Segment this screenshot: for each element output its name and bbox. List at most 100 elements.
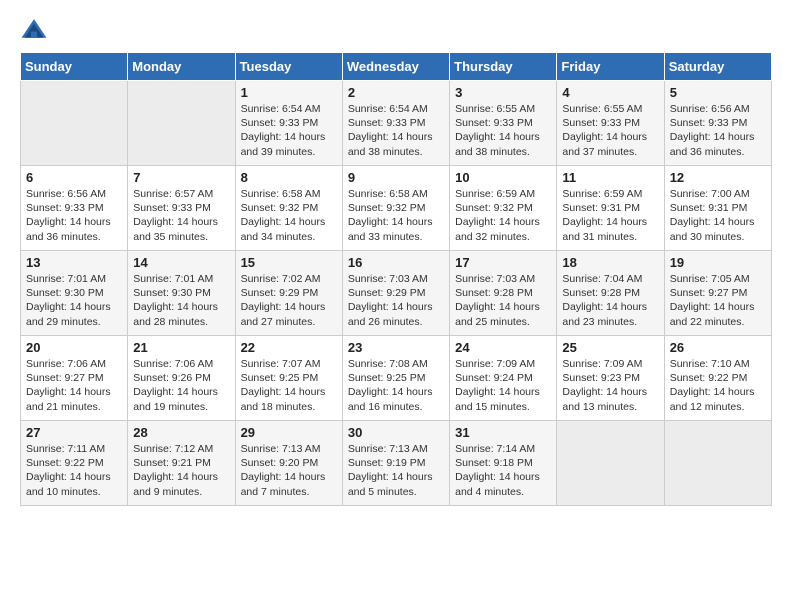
day-number: 5 — [670, 85, 766, 100]
cell-details: Sunrise: 7:08 AMSunset: 9:25 PMDaylight:… — [348, 357, 444, 414]
day-number: 27 — [26, 425, 122, 440]
calendar-cell: 21 Sunrise: 7:06 AMSunset: 9:26 PMDayligh… — [128, 336, 235, 421]
cell-details: Sunrise: 6:54 AMSunset: 9:33 PMDaylight:… — [348, 102, 444, 159]
cell-details: Sunrise: 6:55 AMSunset: 9:33 PMDaylight:… — [455, 102, 551, 159]
cell-details: Sunrise: 7:06 AMSunset: 9:26 PMDaylight:… — [133, 357, 229, 414]
day-number: 14 — [133, 255, 229, 270]
column-header-friday: Friday — [557, 53, 664, 81]
day-number: 25 — [562, 340, 658, 355]
cell-details: Sunrise: 7:02 AMSunset: 9:29 PMDaylight:… — [241, 272, 337, 329]
calendar-cell: 11 Sunrise: 6:59 AMSunset: 9:31 PMDayligh… — [557, 166, 664, 251]
cell-details: Sunrise: 7:05 AMSunset: 9:27 PMDaylight:… — [670, 272, 766, 329]
page-header — [20, 16, 772, 44]
calendar-week-row: 1 Sunrise: 6:54 AMSunset: 9:33 PMDaylight… — [21, 81, 772, 166]
calendar-cell: 1 Sunrise: 6:54 AMSunset: 9:33 PMDaylight… — [235, 81, 342, 166]
column-header-saturday: Saturday — [664, 53, 771, 81]
calendar-week-row: 27 Sunrise: 7:11 AMSunset: 9:22 PMDayligh… — [21, 421, 772, 506]
calendar-cell: 6 Sunrise: 6:56 AMSunset: 9:33 PMDaylight… — [21, 166, 128, 251]
calendar-cell: 3 Sunrise: 6:55 AMSunset: 9:33 PMDaylight… — [450, 81, 557, 166]
day-number: 12 — [670, 170, 766, 185]
day-number: 21 — [133, 340, 229, 355]
day-number: 26 — [670, 340, 766, 355]
cell-details: Sunrise: 6:59 AMSunset: 9:32 PMDaylight:… — [455, 187, 551, 244]
day-number: 18 — [562, 255, 658, 270]
day-number: 16 — [348, 255, 444, 270]
day-number: 13 — [26, 255, 122, 270]
day-number: 7 — [133, 170, 229, 185]
calendar-cell: 26Sunrise: 7:10 AMSunset: 9:22 PMDayligh… — [664, 336, 771, 421]
cell-details: Sunrise: 7:09 AMSunset: 9:24 PMDaylight:… — [455, 357, 551, 414]
day-number: 29 — [241, 425, 337, 440]
day-number: 15 — [241, 255, 337, 270]
calendar-cell — [557, 421, 664, 506]
day-number: 28 — [133, 425, 229, 440]
cell-details: Sunrise: 6:57 AMSunset: 9:33 PMDaylight:… — [133, 187, 229, 244]
calendar-cell: 15 Sunrise: 7:02 AMSunset: 9:29 PMDayligh… — [235, 251, 342, 336]
calendar-cell: 10 Sunrise: 6:59 AMSunset: 9:32 PMDayligh… — [450, 166, 557, 251]
cell-details: Sunrise: 6:58 AMSunset: 9:32 PMDaylight:… — [241, 187, 337, 244]
cell-details: Sunrise: 7:13 AMSunset: 9:20 PMDaylight:… — [241, 442, 337, 499]
calendar-cell: 4 Sunrise: 6:55 AMSunset: 9:33 PMDaylight… — [557, 81, 664, 166]
day-number: 11 — [562, 170, 658, 185]
cell-details: Sunrise: 7:03 AMSunset: 9:29 PMDaylight:… — [348, 272, 444, 329]
calendar-cell: 2Sunrise: 6:54 AMSunset: 9:33 PMDaylight… — [342, 81, 449, 166]
column-header-wednesday: Wednesday — [342, 53, 449, 81]
calendar-week-row: 13 Sunrise: 7:01 AMSunset: 9:30 PMDayligh… — [21, 251, 772, 336]
calendar-cell: 7 Sunrise: 6:57 AMSunset: 9:33 PMDaylight… — [128, 166, 235, 251]
day-number: 3 — [455, 85, 551, 100]
cell-details: Sunrise: 7:09 AMSunset: 9:23 PMDaylight:… — [562, 357, 658, 414]
cell-details: Sunrise: 7:03 AMSunset: 9:28 PMDaylight:… — [455, 272, 551, 329]
cell-details: Sunrise: 7:01 AMSunset: 9:30 PMDaylight:… — [26, 272, 122, 329]
calendar-cell: 31 Sunrise: 7:14 AMSunset: 9:18 PMDayligh… — [450, 421, 557, 506]
column-header-monday: Monday — [128, 53, 235, 81]
calendar-cell: 30 Sunrise: 7:13 AMSunset: 9:19 PMDayligh… — [342, 421, 449, 506]
day-number: 20 — [26, 340, 122, 355]
day-number: 8 — [241, 170, 337, 185]
logo — [20, 16, 52, 44]
day-number: 4 — [562, 85, 658, 100]
day-number: 10 — [455, 170, 551, 185]
column-header-tuesday: Tuesday — [235, 53, 342, 81]
calendar-table: SundayMondayTuesdayWednesdayThursdayFrid… — [20, 52, 772, 506]
cell-details: Sunrise: 6:59 AMSunset: 9:31 PMDaylight:… — [562, 187, 658, 244]
day-number: 23 — [348, 340, 444, 355]
day-number: 31 — [455, 425, 551, 440]
day-number: 22 — [241, 340, 337, 355]
calendar-cell: 28 Sunrise: 7:12 AMSunset: 9:21 PMDayligh… — [128, 421, 235, 506]
day-number: 1 — [241, 85, 337, 100]
cell-details: Sunrise: 7:00 AMSunset: 9:31 PMDaylight:… — [670, 187, 766, 244]
calendar-cell — [21, 81, 128, 166]
cell-details: Sunrise: 7:12 AMSunset: 9:21 PMDaylight:… — [133, 442, 229, 499]
calendar-cell: 9 Sunrise: 6:58 AMSunset: 9:32 PMDaylight… — [342, 166, 449, 251]
calendar-cell: 13 Sunrise: 7:01 AMSunset: 9:30 PMDayligh… — [21, 251, 128, 336]
day-number: 9 — [348, 170, 444, 185]
cell-details: Sunrise: 6:55 AMSunset: 9:33 PMDaylight:… — [562, 102, 658, 159]
cell-details: Sunrise: 7:04 AMSunset: 9:28 PMDaylight:… — [562, 272, 658, 329]
day-number: 6 — [26, 170, 122, 185]
calendar-cell: 22Sunrise: 7:07 AMSunset: 9:25 PMDayligh… — [235, 336, 342, 421]
cell-details: Sunrise: 7:14 AMSunset: 9:18 PMDaylight:… — [455, 442, 551, 499]
cell-details: Sunrise: 6:56 AMSunset: 9:33 PMDaylight:… — [670, 102, 766, 159]
calendar-header-row: SundayMondayTuesdayWednesdayThursdayFrid… — [21, 53, 772, 81]
cell-details: Sunrise: 7:11 AMSunset: 9:22 PMDaylight:… — [26, 442, 122, 499]
calendar-cell: 12 Sunrise: 7:00 AMSunset: 9:31 PMDayligh… — [664, 166, 771, 251]
calendar-cell: 14 Sunrise: 7:01 AMSunset: 9:30 PMDayligh… — [128, 251, 235, 336]
calendar-cell: 8 Sunrise: 6:58 AMSunset: 9:32 PMDaylight… — [235, 166, 342, 251]
calendar-cell — [128, 81, 235, 166]
calendar-cell: 24Sunrise: 7:09 AMSunset: 9:24 PMDayligh… — [450, 336, 557, 421]
column-header-sunday: Sunday — [21, 53, 128, 81]
day-number: 17 — [455, 255, 551, 270]
cell-details: Sunrise: 6:56 AMSunset: 9:33 PMDaylight:… — [26, 187, 122, 244]
calendar-cell: 27 Sunrise: 7:11 AMSunset: 9:22 PMDayligh… — [21, 421, 128, 506]
cell-details: Sunrise: 6:54 AMSunset: 9:33 PMDaylight:… — [241, 102, 337, 159]
cell-details: Sunrise: 6:58 AMSunset: 9:32 PMDaylight:… — [348, 187, 444, 244]
cell-details: Sunrise: 7:06 AMSunset: 9:27 PMDaylight:… — [26, 357, 122, 414]
calendar-cell: 17 Sunrise: 7:03 AMSunset: 9:28 PMDayligh… — [450, 251, 557, 336]
calendar-cell: 18 Sunrise: 7:04 AMSunset: 9:28 PMDayligh… — [557, 251, 664, 336]
day-number: 19 — [670, 255, 766, 270]
day-number: 30 — [348, 425, 444, 440]
column-header-thursday: Thursday — [450, 53, 557, 81]
cell-details: Sunrise: 7:01 AMSunset: 9:30 PMDaylight:… — [133, 272, 229, 329]
cell-details: Sunrise: 7:13 AMSunset: 9:19 PMDaylight:… — [348, 442, 444, 499]
calendar-cell: 5 Sunrise: 6:56 AMSunset: 9:33 PMDaylight… — [664, 81, 771, 166]
